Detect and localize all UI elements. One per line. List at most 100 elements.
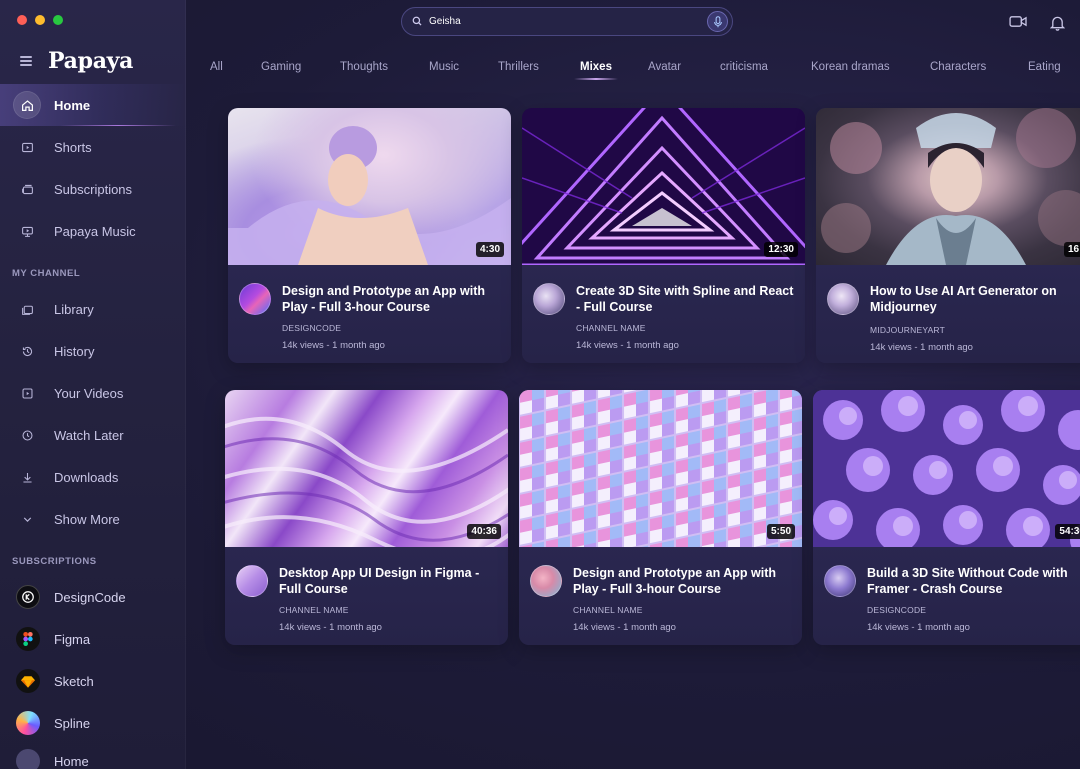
- video-meta: 14k views - 1 month ago: [282, 340, 385, 351]
- sidebar-item-home[interactable]: Home: [0, 84, 186, 126]
- sidebar-item-your-videos[interactable]: Your Videos: [0, 372, 186, 414]
- sketch-logo: [16, 669, 40, 693]
- channel-avatar[interactable]: [236, 565, 268, 597]
- channel-name[interactable]: CHANNEL NAME: [279, 605, 349, 615]
- subscription-spline[interactable]: Spline: [0, 702, 186, 744]
- chip-thrillers[interactable]: Thrillers: [498, 61, 539, 73]
- video-title[interactable]: Build a 3D Site Without Code with Framer…: [867, 565, 1080, 597]
- chip-avatar[interactable]: Avatar: [648, 61, 681, 73]
- search-bar[interactable]: [401, 7, 733, 36]
- subscription-designcode[interactable]: DesignCode: [0, 576, 186, 618]
- sidebar: Papaya Home Shorts Subscriptions Papaya …: [0, 0, 186, 769]
- video-thumbnail[interactable]: 16:2: [816, 108, 1080, 265]
- channel-avatar[interactable]: [533, 283, 565, 315]
- sidebar-item-shorts[interactable]: Shorts: [0, 126, 186, 168]
- sidebar-item-papaya-music[interactable]: Papaya Music: [0, 210, 186, 252]
- video-duration: 4:30: [475, 242, 504, 257]
- bell-icon[interactable]: [1049, 15, 1066, 36]
- channel-name[interactable]: CHANNEL NAME: [576, 323, 646, 333]
- sidebar-item-label: Your Videos: [54, 385, 124, 401]
- minimize-window-button[interactable]: [35, 15, 45, 25]
- subscription-home[interactable]: Home: [0, 740, 186, 769]
- subscription-label: Figma: [54, 631, 91, 647]
- video-title[interactable]: Design and Prototype an App with Play - …: [573, 565, 795, 597]
- thumbnail-art: [522, 108, 805, 265]
- thumbnail-art: [519, 390, 802, 547]
- search-input[interactable]: [429, 16, 707, 27]
- video-thumbnail[interactable]: 12:30: [522, 108, 805, 265]
- spline-logo: [16, 711, 40, 735]
- video-thumbnail[interactable]: 4:30: [228, 108, 511, 265]
- chip-music[interactable]: Music: [429, 61, 459, 73]
- video-meta: 14k views - 1 month ago: [867, 622, 970, 633]
- channel-name[interactable]: CHANNEL NAME: [573, 605, 643, 615]
- channel-avatar[interactable]: [827, 283, 859, 315]
- chip-criticisma[interactable]: criticisma: [720, 61, 768, 73]
- channel-avatar[interactable]: [530, 565, 562, 597]
- video-card[interactable]: 54:30 Build a 3D Site Without Code with …: [813, 390, 1080, 645]
- sidebar-item-label: Library: [54, 301, 94, 317]
- video-title[interactable]: How to Use AI Art Generator on Midjourne…: [870, 283, 1080, 315]
- thumbnail-art: [225, 416, 508, 547]
- designcode-logo: [16, 585, 40, 609]
- sidebar-item-subscriptions[interactable]: Subscriptions: [0, 168, 186, 210]
- library-icon: [14, 296, 40, 322]
- close-window-button[interactable]: [17, 15, 27, 25]
- video-card[interactable]: 40:36 Desktop App UI Design in Figma - F…: [225, 390, 508, 645]
- history-icon: [14, 338, 40, 364]
- channel-name[interactable]: MIDJOURNEYART: [870, 325, 945, 335]
- chip-korean-dramas[interactable]: Korean dramas: [811, 61, 890, 73]
- sidebar-item-label: Shorts: [54, 139, 92, 155]
- video-card[interactable]: 4:30 Design and Prototype an App with Pl…: [228, 108, 511, 363]
- video-thumbnail[interactable]: 40:36: [225, 390, 508, 547]
- video-card[interactable]: 16:2 How to Use AI Art Generator on Midj…: [816, 108, 1080, 363]
- chip-characters[interactable]: Characters: [930, 61, 986, 73]
- video-meta: 14k views - 1 month ago: [279, 622, 382, 633]
- sidebar-item-library[interactable]: Library: [0, 288, 186, 330]
- subscription-figma[interactable]: Figma: [0, 618, 186, 660]
- download-icon: [14, 464, 40, 490]
- home-avatar: [16, 749, 40, 769]
- sidebar-item-history[interactable]: History: [0, 330, 186, 372]
- category-chips: All Gaming Thoughts Music Thrillers Mixe…: [0, 61, 1080, 77]
- video-card[interactable]: 5:50 Design and Prototype an App with Pl…: [519, 390, 802, 645]
- channel-name[interactable]: DESIGNCODE: [867, 605, 926, 615]
- video-icon: [14, 380, 40, 406]
- video-thumbnail[interactable]: 5:50: [519, 390, 802, 547]
- sidebar-item-label: Subscriptions: [54, 181, 133, 197]
- chip-thoughts[interactable]: Thoughts: [340, 61, 388, 73]
- search-icon: [412, 13, 422, 31]
- play-square-icon: [14, 134, 40, 160]
- window-controls: [17, 15, 63, 25]
- video-meta: 14k views - 1 month ago: [870, 342, 973, 353]
- video-meta: 14k views - 1 month ago: [576, 340, 679, 351]
- sidebar-item-label: Papaya Music: [54, 223, 136, 239]
- sidebar-item-downloads[interactable]: Downloads: [0, 456, 186, 498]
- video-duration: 54:30: [1055, 524, 1080, 539]
- sidebar-item-label: Watch Later: [54, 427, 124, 443]
- chevron-down-icon: [14, 506, 40, 532]
- video-title[interactable]: Desktop App UI Design in Figma - Full Co…: [279, 565, 501, 597]
- video-camera-icon[interactable]: [1009, 14, 1028, 34]
- chip-eating[interactable]: Eating: [1028, 61, 1061, 73]
- video-duration: 16:2: [1063, 242, 1080, 257]
- chip-gaming[interactable]: Gaming: [261, 61, 301, 73]
- channel-avatar[interactable]: [239, 283, 271, 315]
- clock-icon: [14, 422, 40, 448]
- video-title[interactable]: Create 3D Site with Spline and React - F…: [576, 283, 798, 315]
- sidebar-item-show-more[interactable]: Show More: [0, 498, 186, 540]
- chip-mixes[interactable]: Mixes: [580, 61, 612, 73]
- microphone-icon[interactable]: [707, 11, 728, 32]
- channel-avatar[interactable]: [824, 565, 856, 597]
- chip-all[interactable]: All: [210, 61, 223, 73]
- subscription-sketch[interactable]: Sketch: [0, 660, 186, 702]
- video-title[interactable]: Design and Prototype an App with Play - …: [282, 283, 504, 315]
- sidebar-item-watch-later[interactable]: Watch Later: [0, 414, 186, 456]
- video-card[interactable]: 12:30 Create 3D Site with Spline and Rea…: [522, 108, 805, 363]
- video-thumbnail[interactable]: 54:30: [813, 390, 1080, 547]
- sidebar-item-label: History: [54, 343, 95, 359]
- channel-name[interactable]: DESIGNCODE: [282, 323, 341, 333]
- subscriptions-icon: [14, 176, 40, 202]
- subscription-label: Spline: [54, 715, 91, 731]
- zoom-window-button[interactable]: [53, 15, 63, 25]
